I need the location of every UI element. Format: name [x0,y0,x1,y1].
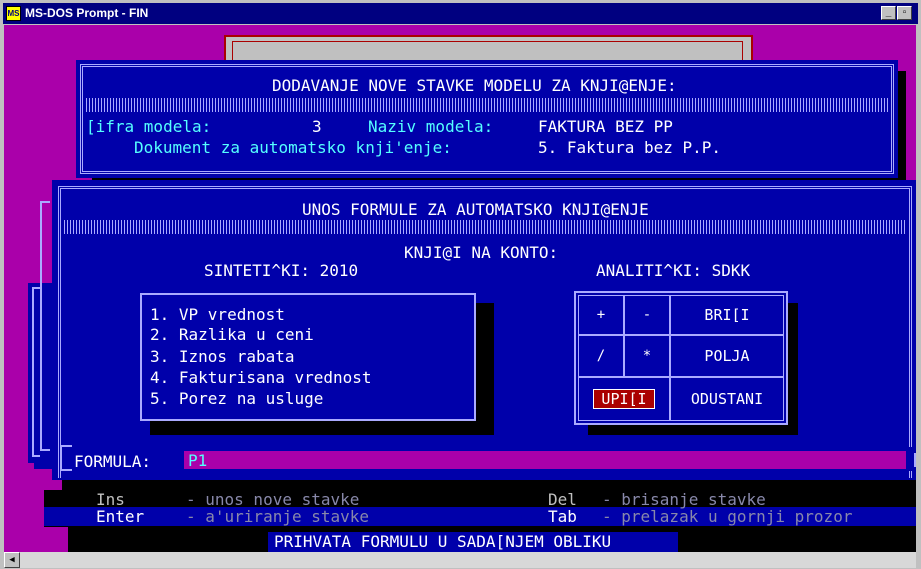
brisi-button[interactable]: BRI[I [670,295,784,335]
status-message: PRIHVATA FORMULU U SADA[NJEM OBLIKU [274,532,612,551]
field-item-1[interactable]: 1. VP vrednost [150,306,285,324]
naziv-modela-value[interactable]: FAKTURA BEZ PP [538,118,673,136]
dokument-label: Dokument za automatsko knji'enje: [134,138,452,157]
multiply-button[interactable]: * [624,335,670,377]
background-window-left-frame-2 [40,201,50,451]
enter-desc: - a'uriranje stavke [186,507,370,526]
sinteticki-konto: SINTETI^KI: 2010 [204,261,359,280]
tab-desc: - prelazak u gornji prozor [602,507,853,526]
polja-button[interactable]: POLJA [670,335,784,377]
restore-button[interactable]: ▫ [897,6,912,20]
top-panel-header: DODAVANJE NOVE STAVKE MODELU ZA KNJI@ENJ… [272,76,677,95]
upisi-button[interactable]: UPI[I [593,389,655,409]
formula-input[interactable]: P1 [184,451,906,470]
field-item-2[interactable]: 2. Razlika u ceni [150,326,314,344]
dos-screen[interactable]: DODAVANJE NOVE STAVKE MODELU ZA KNJI@ENJ… [4,25,916,552]
field-item-3[interactable]: 3. Iznos rabata [150,348,295,366]
field-item-4[interactable]: 4. Fakturisana vrednost [150,369,372,387]
window-title: MS-DOS Prompt - FIN [25,6,149,20]
formula-input-value: P1 [188,451,208,470]
minimize-button[interactable]: _ [881,6,896,20]
naziv-modela-label: Naziv modela: [368,117,494,136]
right-edge-marker [914,453,916,467]
sifra-modela-value[interactable]: 3 [312,118,322,136]
upisi-cell: UPI[I [578,377,670,421]
odustani-button[interactable]: ODUSTANI [670,377,784,421]
formula-row-frame [60,445,72,471]
formula-panel-separator [64,220,906,234]
sifra-modela-label: [ifra modela: [86,117,212,136]
field-item-5[interactable]: 5. Porez na usluge [150,390,323,408]
tab-key: Tab [548,507,577,526]
enter-key: Enter [96,507,145,526]
analiticki-konto: ANALITI^KI: SDKK [596,261,751,280]
minus-button[interactable]: - [624,295,670,335]
divide-button[interactable]: / [578,335,624,377]
title-bar[interactable]: MS MS-DOS Prompt - FIN _ ▫ [3,3,918,24]
dos-window: MS MS-DOS Prompt - FIN _ ▫ DODAVANJE NOV… [0,0,921,569]
top-panel-separator [86,98,888,112]
background-window-left-frame [32,287,40,457]
dokument-value[interactable]: 5. Faktura bez P.P. [538,139,721,157]
formula-panel-header: UNOS FORMULE ZA AUTOMATSKO KNJI@ENJE [302,200,649,219]
horizontal-scrollbar[interactable]: ◀ [4,552,916,568]
ms-dos-icon[interactable]: MS [6,6,21,21]
formula-label: FORMULA: [74,452,152,471]
knjizi-na-konto-label: KNJI@I NA KONTO: [404,243,559,262]
scroll-left-icon[interactable]: ◀ [4,552,20,568]
plus-button[interactable]: + [578,295,624,335]
